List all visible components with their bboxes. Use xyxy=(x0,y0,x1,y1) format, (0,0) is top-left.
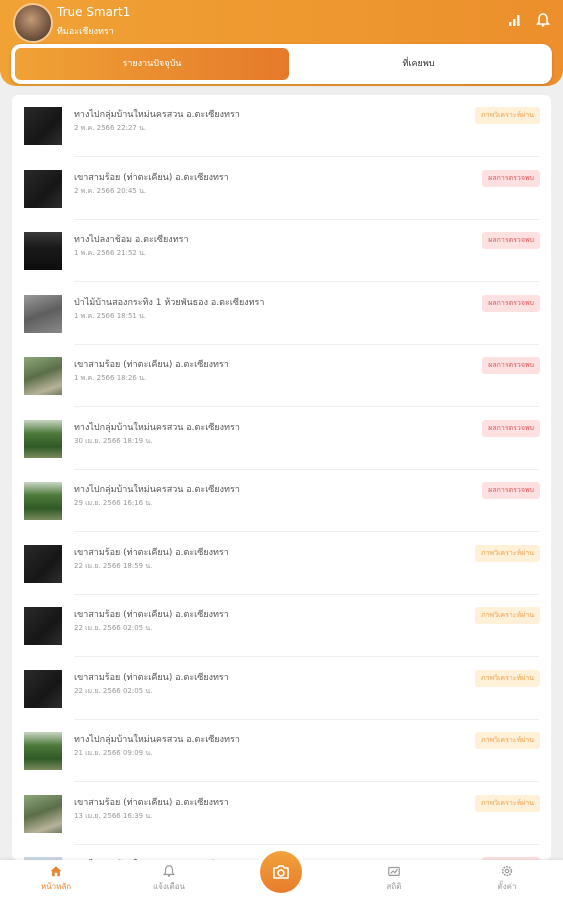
nav-home[interactable]: หน้าหลัก xyxy=(16,864,96,893)
status-badge: ผลการตรวจพบ xyxy=(482,294,540,312)
signal-icon[interactable] xyxy=(507,12,523,28)
item-title: เขาสามร้อย (ท่าตะเคียน) อ.ตะเซียงทรา xyxy=(74,547,229,558)
item-date: 1 พ.ค. 2566 18:51 น. xyxy=(74,311,147,320)
status-badge: ภาพวิเคราะห์ผ่าน xyxy=(474,544,540,562)
status-badge: ผลการตรวจพบ xyxy=(482,169,540,187)
camera-thumbnail[interactable] xyxy=(24,607,62,645)
camera-thumbnail[interactable] xyxy=(24,669,62,708)
nav-home-label: หน้าหลัก xyxy=(40,882,72,891)
status-badge: ภาพวิเคราะห์ผ่าน xyxy=(474,794,540,812)
nav-alerts-label: แจ้งเตือน xyxy=(153,882,185,891)
camera-thumbnail[interactable] xyxy=(24,794,62,833)
status-badge: ผลการตรวจพบ xyxy=(482,357,540,374)
nav-alerts[interactable]: แจ้งเตือน xyxy=(129,864,209,893)
stats-icon xyxy=(388,866,400,876)
item-date: 2 พ.ค. 2566 20:45 น. xyxy=(74,186,147,195)
camera-thumbnail[interactable] xyxy=(24,419,62,458)
camera-thumbnail[interactable] xyxy=(24,169,62,208)
status-badge: ผลการตรวจพบ xyxy=(482,232,540,249)
item-title: ทางไปลงาช้อม อ.ตะเซียงทรา xyxy=(74,235,189,245)
list-item[interactable]: ทางไปกลุ่มบ้านใหม่นครสวน อ.ตะเซียงทรา 29 … xyxy=(12,470,551,532)
bell-icon xyxy=(163,865,175,877)
list-item[interactable]: ทางไปลงาช้อม อ.ตะเซียงทรา 1 พ.ค. 2566 21:… xyxy=(12,220,551,282)
camera-thumbnail[interactable] xyxy=(24,732,62,770)
camera-thumbnail[interactable] xyxy=(24,544,62,583)
nav-settings[interactable]: ตั้งค่า xyxy=(467,864,547,893)
item-title: เขาสามร้อย (ท่าตะเคียน) อ.ตะเซียงทรา xyxy=(74,610,229,620)
avatar[interactable] xyxy=(13,3,53,43)
item-date: 22 เม.ย. 2566 18:59 น. xyxy=(74,561,153,570)
app-subtitle: ทีมอะเชียงทรา xyxy=(57,27,114,37)
camera-thumbnail[interactable] xyxy=(24,482,62,520)
list-item[interactable]: เขาสามร้อย (ท่าตะเคียน) อ.ตะเซียงทรา 22 เ… xyxy=(12,533,551,595)
list-item[interactable]: ป่าไม้บ้านสองกระทิง 1 ห้วยพันธอง อ.ตะเซี… xyxy=(12,283,551,345)
list-item[interactable]: ทางไปกลุ่มบ้านใหม่นครสวน อ.ตะเซียงทรา 30 … xyxy=(12,408,551,470)
status-badge: ภาพวิเคราะห์ผ่าน xyxy=(474,732,540,749)
list-item[interactable]: เขาสามร้อย (ท่าตะเคียน) อ.ตะเซียงทรา 13 เ… xyxy=(12,783,551,845)
item-title: เขาสามร้อย (ท่าตะเคียน) อ.ตะเซียงทรา xyxy=(74,360,229,370)
report-list: ทางไปกลุ่มบ้านใหม่นครสวน อ.ตะเซียงทรา 2 พ… xyxy=(12,95,551,860)
settings-icon xyxy=(501,865,513,877)
list-item[interactable]: ทางไปกลุ่มบ้านใหม่นครสวน อ.ตะเซียงทรา 2 พ… xyxy=(12,95,551,157)
item-date: 2 พ.ค. 2566 22:27 น. xyxy=(74,124,147,132)
camera-button[interactable] xyxy=(260,851,302,893)
item-title: เขาสามร้อย (ท่าตะเคียน) อ.ตะเซียงทรา xyxy=(74,172,229,183)
item-date: 1 พ.ค. 2566 21:52 น. xyxy=(74,249,147,257)
camera-thumbnail[interactable] xyxy=(24,357,62,395)
bell-icon[interactable] xyxy=(535,12,551,28)
list-item[interactable]: เขาสามร้อย (ท่าตะเคียน) อ.ตะเซียงทรา 22 เ… xyxy=(12,658,551,720)
item-title: ทางไปกลุ่มบ้านใหม่นครสวน อ.ตะเซียงทรา xyxy=(74,422,240,433)
status-badge: ภาพวิเคราะห์ผ่าน xyxy=(474,107,540,124)
item-date: 22 เม.ย. 2566 02:05 น. xyxy=(74,686,153,695)
status-badge: ผลการตรวจพบ xyxy=(482,482,540,499)
camera-icon xyxy=(273,865,289,879)
item-date: 22 เม.ย. 2566 02:05 น. xyxy=(74,624,153,632)
item-title: ทางไปกลุ่มบ้านใหม่นครสวน อ.ตะเซียงทรา xyxy=(74,735,240,745)
item-title: เขาสามร้อย (ท่าตะเคียน) อ.ตะเซียงทรา xyxy=(74,797,229,808)
nav-stats-label: สถิติ xyxy=(386,882,402,891)
tab-bar: รายงานปัจจุบัน ที่เคยพบ xyxy=(11,44,552,84)
item-title: ทางไปกลุ่มบ้านใหม่นครสวน อ.ตะเซียงทรา xyxy=(74,485,240,495)
item-date: 21 เม.ย. 2566 09:09 น. xyxy=(74,749,153,757)
home-icon xyxy=(50,866,62,877)
camera-thumbnail[interactable] xyxy=(24,107,62,145)
item-title: ทางไปกลุ่มบ้านใหม่นครสวน อ.ตะเซียงทรา xyxy=(74,110,240,120)
item-date: 1 พ.ค. 2566 18:26 น. xyxy=(74,374,147,382)
tab-current-report[interactable]: รายงานปัจจุบัน xyxy=(15,48,289,80)
item-title: เขาสามร้อย (ท่าตะเคียน) อ.ตะเซียงทรา xyxy=(74,672,229,683)
status-badge: ภาพวิเคราะห์ผ่าน xyxy=(474,669,540,687)
item-date: 13 เม.ย. 2566 16:39 น. xyxy=(74,811,153,820)
camera-thumbnail[interactable] xyxy=(24,232,62,270)
tab-history[interactable]: ที่เคยพบ xyxy=(289,48,548,80)
item-date: 29 เม.ย. 2566 16:16 น. xyxy=(74,499,153,507)
camera-thumbnail[interactable] xyxy=(24,294,62,333)
list-item[interactable]: เขาสามร้อย (ท่าตะเคียน) อ.ตะเซียงทรา 22 เ… xyxy=(12,595,551,657)
list-item[interactable]: เขาสามร้อย (ท่าตะเคียน) อ.ตะเซียงทรา 1 พ.… xyxy=(12,345,551,407)
list-item[interactable]: ทางไปกลุ่มบ้านใหม่นครสวน อ.ตะเซียงทรา 21 … xyxy=(12,720,551,782)
nav-stats[interactable]: สถิติ xyxy=(354,864,434,893)
status-badge: ผลการตรวจพบ xyxy=(482,419,540,437)
status-badge: ภาพวิเคราะห์ผ่าน xyxy=(474,607,540,624)
item-date: 30 เม.ย. 2566 18:19 น. xyxy=(74,436,153,445)
app-title: True Smart1 xyxy=(57,5,131,19)
item-title: ป่าไม้บ้านสองกระทิง 1 ห้วยพันธอง อ.ตะเซี… xyxy=(74,297,265,308)
nav-settings-label: ตั้งค่า xyxy=(497,882,517,891)
list-item[interactable]: เขาสามร้อย (ท่าตะเคียน) อ.ตะเซียงทรา 2 พ.… xyxy=(12,158,551,220)
